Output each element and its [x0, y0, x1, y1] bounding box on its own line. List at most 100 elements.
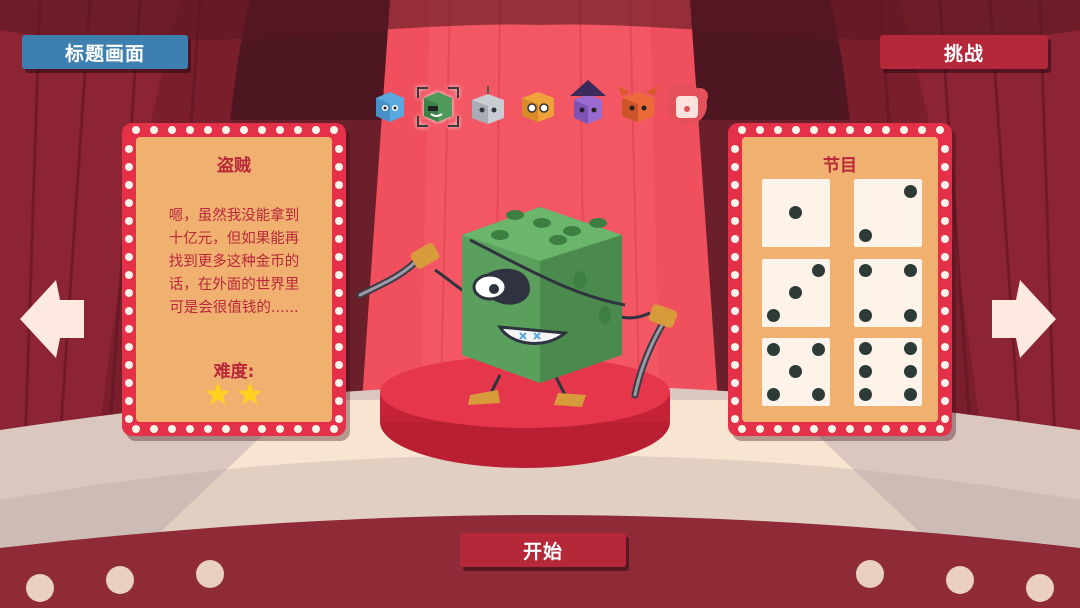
light-bulb — [810, 425, 818, 433]
character-info-panel: 盗贼 嗯，虽然我没能拿到 十亿元，但如果能再 找到更多这种金币的 话，在外面的世… — [136, 137, 332, 422]
light-bulb — [125, 163, 133, 171]
light-bulb — [936, 425, 944, 433]
light-bulb — [731, 217, 739, 225]
light-bulb — [731, 361, 739, 369]
light-bulb — [731, 235, 739, 243]
light-bulb — [125, 397, 133, 405]
robot-die-character-icon[interactable] — [468, 84, 508, 128]
light-bulb — [941, 253, 949, 261]
light-bulb — [731, 379, 739, 387]
star-icon — [237, 382, 262, 405]
light-bulb — [731, 163, 739, 171]
light-bulb — [774, 425, 782, 433]
dice-face-5 — [762, 338, 830, 406]
light-bulb — [846, 126, 854, 134]
light-bulb — [941, 307, 949, 315]
light-bulb — [150, 126, 158, 134]
light-bulb — [335, 181, 343, 189]
light-bulb — [125, 343, 133, 351]
light-bulb — [900, 425, 908, 433]
blue-die-character-icon[interactable] — [370, 86, 410, 126]
light-bulb — [941, 415, 949, 423]
light-bulb — [756, 126, 764, 134]
light-bulb — [240, 126, 248, 134]
light-bulb — [731, 415, 739, 423]
light-bulb — [864, 425, 872, 433]
character-selector — [368, 80, 718, 132]
dice-face-6 — [854, 338, 922, 406]
light-bulb — [335, 415, 343, 423]
program-title: 节目 — [823, 156, 857, 176]
light-bulb — [335, 235, 343, 243]
difficulty-stars — [136, 381, 332, 411]
green-thief-die-with-daggers-icon — [356, 207, 678, 407]
light-bulb — [168, 126, 176, 134]
light-bulb — [294, 425, 302, 433]
light-bulb — [731, 181, 739, 189]
light-bulb — [864, 126, 872, 134]
light-bulb — [792, 126, 800, 134]
green-thief-die-character-icon[interactable] — [414, 84, 462, 130]
description-line: 可是会很值钱的...... — [169, 300, 299, 316]
light-bulb — [941, 397, 949, 405]
light-bulb — [125, 181, 133, 189]
light-bulb — [936, 126, 944, 134]
light-bulb — [125, 379, 133, 387]
light-bulb — [132, 425, 140, 433]
light-bulb — [335, 253, 343, 261]
light-bulb — [731, 289, 739, 297]
light-bulb — [941, 181, 949, 189]
light-bulb — [335, 397, 343, 405]
light-bulb — [900, 126, 908, 134]
light-bulb — [941, 199, 949, 207]
light-bulb — [941, 289, 949, 297]
light-bulb — [941, 163, 949, 171]
light-bulb — [941, 145, 949, 153]
light-bulb — [335, 343, 343, 351]
witch-die-character-icon[interactable] — [566, 78, 610, 128]
character-name: 盗贼 — [217, 156, 251, 176]
light-bulb — [240, 425, 248, 433]
light-bulb — [731, 199, 739, 207]
program-panel: 节目 — [742, 137, 938, 422]
light-bulb — [222, 126, 230, 134]
jester-die-character-icon[interactable] — [616, 82, 660, 128]
clown-die-character-icon[interactable] — [664, 82, 710, 128]
light-bulb — [132, 126, 140, 134]
light-bulb — [941, 361, 949, 369]
dice-face-2 — [854, 179, 922, 247]
light-bulb — [335, 217, 343, 225]
next-character-arrow-icon[interactable] — [988, 276, 1060, 362]
light-bulb — [258, 425, 266, 433]
light-bulb — [941, 343, 949, 351]
previous-character-arrow-icon[interactable] — [16, 276, 88, 362]
light-bulb — [204, 126, 212, 134]
challenge-button[interactable]: 挑战 — [880, 35, 1048, 69]
light-bulb — [918, 126, 926, 134]
light-bulb — [731, 271, 739, 279]
light-bulb — [731, 325, 739, 333]
light-bulb — [918, 425, 926, 433]
title-screen-button[interactable]: 标题画面 — [22, 35, 188, 69]
light-bulb — [125, 199, 133, 207]
start-button[interactable]: 开始 — [460, 533, 626, 567]
light-bulb — [150, 425, 158, 433]
light-bulb — [738, 126, 746, 134]
light-bulb — [774, 126, 782, 134]
light-bulb — [276, 425, 284, 433]
light-bulb — [312, 126, 320, 134]
orange-glasses-die-character-icon[interactable] — [518, 86, 558, 126]
light-bulb — [125, 415, 133, 423]
difficulty-label: 难度: — [213, 362, 255, 382]
light-bulb — [731, 253, 739, 261]
dice-face-1 — [762, 179, 830, 247]
light-bulb — [335, 379, 343, 387]
description-line: 嗯，虽然我没能拿到 — [168, 208, 300, 224]
light-bulb — [335, 289, 343, 297]
light-bulb — [828, 126, 836, 134]
light-bulb — [125, 235, 133, 243]
light-bulb — [125, 253, 133, 261]
light-bulb — [810, 126, 818, 134]
light-bulb — [731, 307, 739, 315]
light-bulb — [222, 425, 230, 433]
